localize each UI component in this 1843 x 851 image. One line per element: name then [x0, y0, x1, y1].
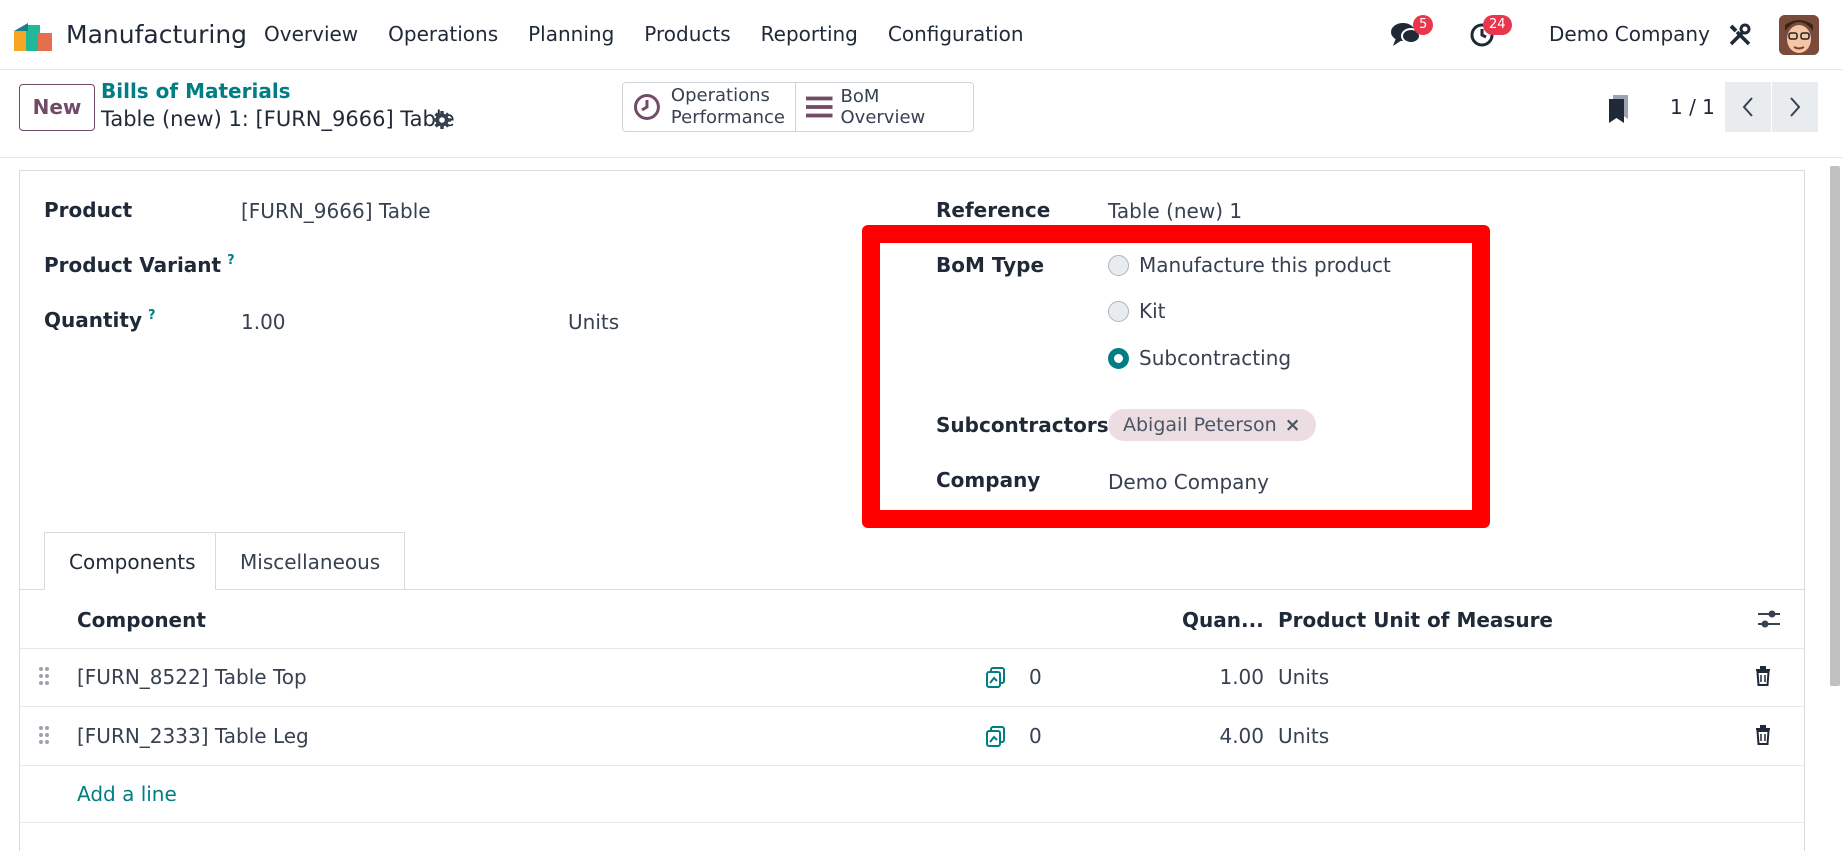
debug-tools-icon[interactable]	[1728, 23, 1752, 47]
row-separator	[19, 765, 1805, 766]
radio-subcontracting-label[interactable]: Subcontracting	[1139, 346, 1291, 370]
smart-buttons: Operations Performance BoM Overview	[622, 82, 974, 132]
bars-icon	[806, 96, 833, 118]
help-tooltip-icon[interactable]: ?	[148, 308, 156, 323]
column-header-component[interactable]: Component	[77, 608, 206, 632]
reference-label: Reference	[936, 198, 1051, 222]
uom-cell[interactable]: Units	[1278, 724, 1329, 748]
performance-label: Performance	[670, 107, 785, 128]
tag-remove-icon[interactable]: ×	[1285, 414, 1301, 436]
row-separator	[19, 706, 1805, 707]
quantity-uom-field[interactable]: Units	[568, 310, 619, 334]
radio-manufacture-label[interactable]: Manufacture this product	[1139, 253, 1391, 277]
product-field[interactable]: [FURN_9666] Table	[241, 199, 431, 223]
bom-type-label: BoM Type	[936, 253, 1045, 277]
menu-operations[interactable]: Operations	[388, 22, 498, 46]
trash-icon[interactable]	[1755, 666, 1771, 686]
scrollbar[interactable]	[1830, 166, 1840, 686]
product-variant-label: Product Variant?	[44, 253, 235, 277]
pager-next-button[interactable]	[1772, 82, 1818, 132]
tab-components[interactable]: Components	[44, 532, 221, 590]
menu-products[interactable]: Products	[644, 22, 730, 46]
forecast-cell: 0	[1029, 665, 1042, 689]
chevron-right-icon	[1790, 97, 1801, 117]
company-label: Company	[936, 468, 1041, 492]
bookmark-icon[interactable]	[1606, 93, 1632, 123]
top-navbar: Manufacturing Overview Operations Planni…	[0, 0, 1843, 70]
row-separator	[19, 822, 1805, 823]
trash-icon[interactable]	[1755, 725, 1771, 745]
drag-handle-icon[interactable]	[38, 725, 50, 745]
radio-kit-label[interactable]: Kit	[1139, 299, 1166, 323]
menu-planning[interactable]: Planning	[528, 22, 614, 46]
radio-subcontracting[interactable]	[1108, 348, 1129, 369]
company-switcher[interactable]: Demo Company	[1549, 22, 1710, 46]
messages-badge: 5	[1413, 15, 1434, 35]
operations-label: Operations	[670, 85, 770, 106]
tab-miscellaneous[interactable]: Miscellaneous	[215, 532, 406, 590]
optional-columns-icon[interactable]	[1757, 608, 1781, 630]
column-header-quantity[interactable]: Quan...	[1182, 608, 1264, 632]
pager-previous-button[interactable]	[1725, 82, 1771, 132]
operations-performance-button[interactable]: Operations Performance	[623, 83, 795, 131]
quantity-label: Quantity?	[44, 308, 156, 332]
company-field[interactable]: Demo Company	[1108, 470, 1269, 494]
product-label: Product	[44, 198, 133, 222]
quantity-cell[interactable]: 1.00	[1190, 665, 1264, 689]
subcontractor-tag[interactable]: Abigail Peterson ×	[1108, 409, 1316, 441]
main-menu: Overview Operations Planning Products Re…	[264, 22, 1054, 46]
breadcrumb-current-record: Table (new) 1: [FURN_9666] Table	[101, 107, 455, 131]
row-separator	[19, 648, 1805, 649]
new-button[interactable]: New	[19, 84, 95, 131]
manufacturing-app-icon[interactable]	[14, 21, 54, 51]
column-header-uom[interactable]: Product Unit of Measure	[1278, 608, 1553, 632]
activities-badge: 24	[1483, 15, 1512, 35]
user-avatar[interactable]	[1779, 15, 1819, 55]
forecast-cell: 0	[1029, 724, 1042, 748]
menu-configuration[interactable]: Configuration	[888, 22, 1024, 46]
menu-reporting[interactable]: Reporting	[761, 22, 858, 46]
forecast-report-icon[interactable]	[985, 725, 1007, 747]
reference-field[interactable]: Table (new) 1	[1108, 199, 1242, 223]
help-tooltip-icon[interactable]: ?	[227, 253, 235, 268]
breadcrumb-bills-of-materials[interactable]: Bills of Materials	[101, 79, 291, 103]
add-a-line-link[interactable]: Add a line	[77, 782, 177, 806]
quantity-field[interactable]: 1.00	[241, 310, 286, 334]
app-name[interactable]: Manufacturing	[66, 20, 247, 49]
subcontractors-label: Subcontractors	[936, 413, 1109, 437]
forecast-report-icon[interactable]	[985, 666, 1007, 688]
quantity-cell[interactable]: 4.00	[1190, 724, 1264, 748]
uom-cell[interactable]: Units	[1278, 665, 1329, 689]
component-cell[interactable]: [FURN_8522] Table Top	[77, 665, 307, 689]
radio-manufacture[interactable]	[1108, 255, 1129, 276]
gear-icon[interactable]	[432, 110, 452, 130]
bom-overview-button[interactable]: BoM Overview	[795, 83, 973, 131]
component-cell[interactable]: [FURN_2333] Table Leg	[77, 724, 309, 748]
pager-value[interactable]: 1 / 1	[1670, 95, 1715, 119]
clock-icon	[633, 94, 660, 120]
product-variant-field[interactable]	[241, 253, 601, 281]
subcontractor-tag-label: Abigail Peterson	[1123, 414, 1277, 436]
bom-overview-label: BoM Overview	[840, 86, 926, 128]
menu-overview[interactable]: Overview	[264, 22, 358, 46]
chevron-left-icon	[1742, 97, 1753, 117]
drag-handle-icon[interactable]	[38, 666, 50, 686]
radio-kit[interactable]	[1108, 301, 1129, 322]
